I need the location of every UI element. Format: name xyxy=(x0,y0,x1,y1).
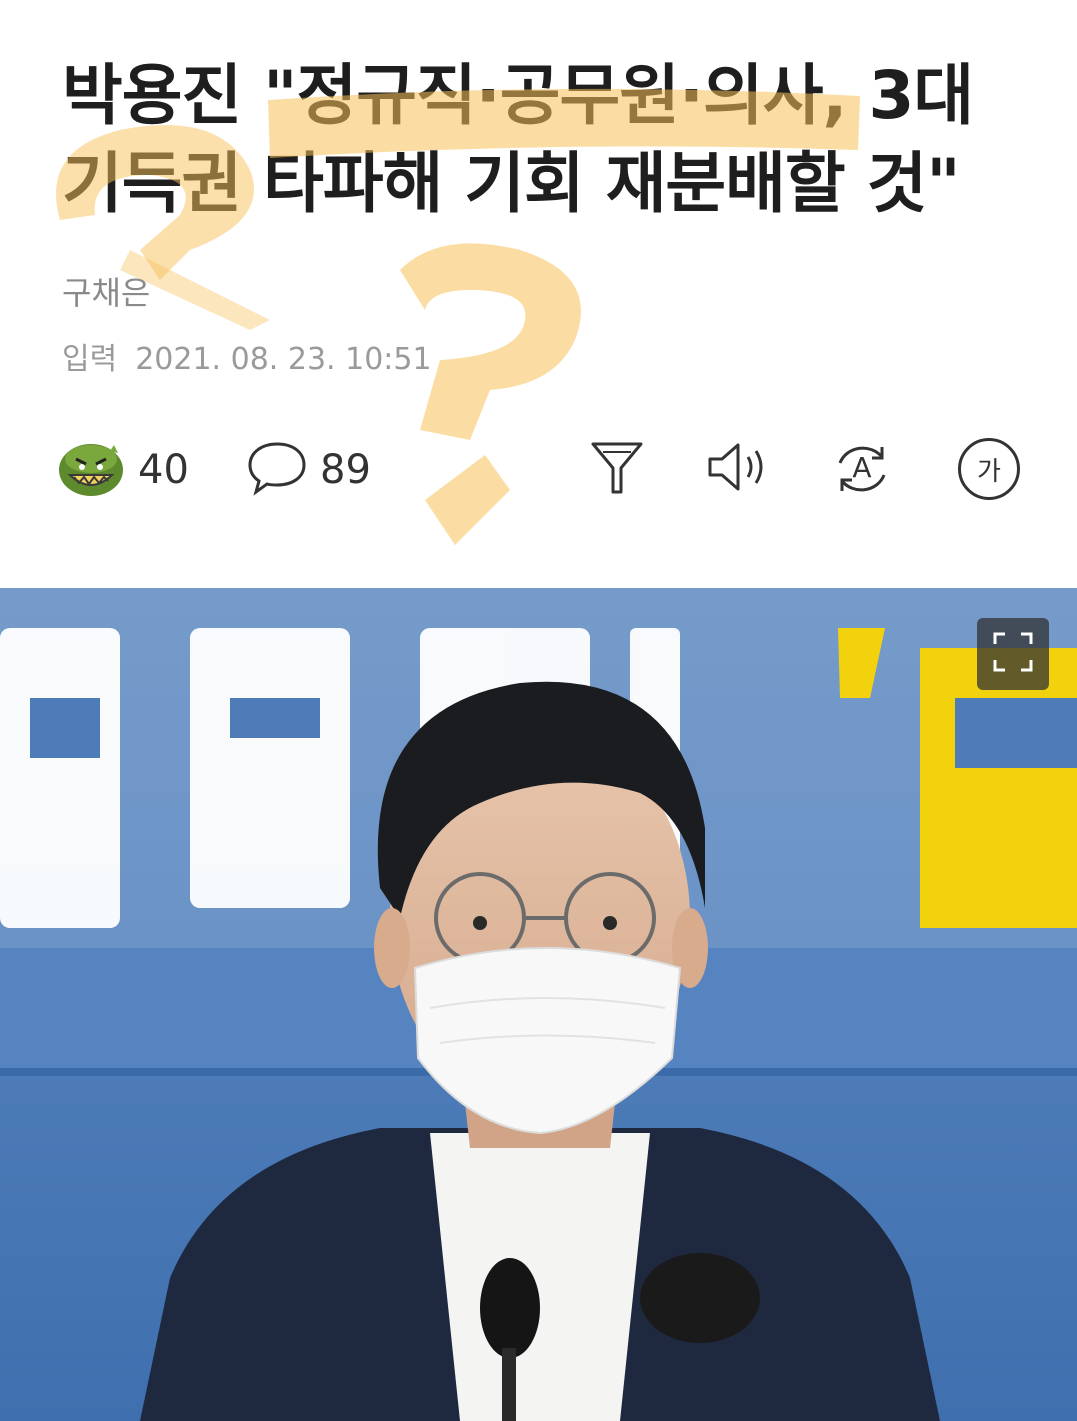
funnel-icon xyxy=(589,438,645,500)
angry-face-icon xyxy=(56,437,126,503)
translate-button[interactable]: A xyxy=(829,436,895,502)
reaction-button[interactable]: 40 xyxy=(56,432,189,508)
speech-bubble-icon xyxy=(246,439,308,501)
comment-button[interactable]: 89 xyxy=(246,432,371,508)
author-name[interactable]: 구채은 xyxy=(62,268,150,314)
photo-scene xyxy=(0,588,1077,1421)
speaker-icon xyxy=(704,439,770,499)
translate-label: A xyxy=(852,451,872,484)
expand-photo-button[interactable] xyxy=(977,618,1049,690)
font-size-label: 가 xyxy=(977,456,1001,487)
article-action-bar: 40 89 A 가 xyxy=(56,432,1026,512)
comment-count: 89 xyxy=(320,447,371,493)
article-photo[interactable] xyxy=(0,588,1077,1421)
fullscreen-icon xyxy=(991,630,1035,678)
date-label: 입력 xyxy=(62,342,118,377)
publish-date: 입력 2021. 08. 23. 10:51 xyxy=(62,334,432,378)
headline-line-2: 기득권 타파해 기회 재분배할 것" xyxy=(62,145,961,222)
font-size-button[interactable]: 가 xyxy=(956,436,1022,502)
font-size-icon: 가 xyxy=(958,438,1020,500)
audio-button[interactable] xyxy=(704,436,770,502)
reaction-count: 40 xyxy=(138,447,189,493)
headline-line-1: 박용진 "정규직·공무원·의사, 3대 xyxy=(62,57,974,134)
date-value: 2021. 08. 23. 10:51 xyxy=(135,342,432,377)
filter-button[interactable] xyxy=(584,436,650,502)
article-headline: 박용진 "정규직·공무원·의사, 3대 기득권 타파해 기회 재분배할 것" xyxy=(62,52,1022,228)
previous-section-cut xyxy=(0,0,1077,18)
translate-icon: A xyxy=(830,439,894,499)
